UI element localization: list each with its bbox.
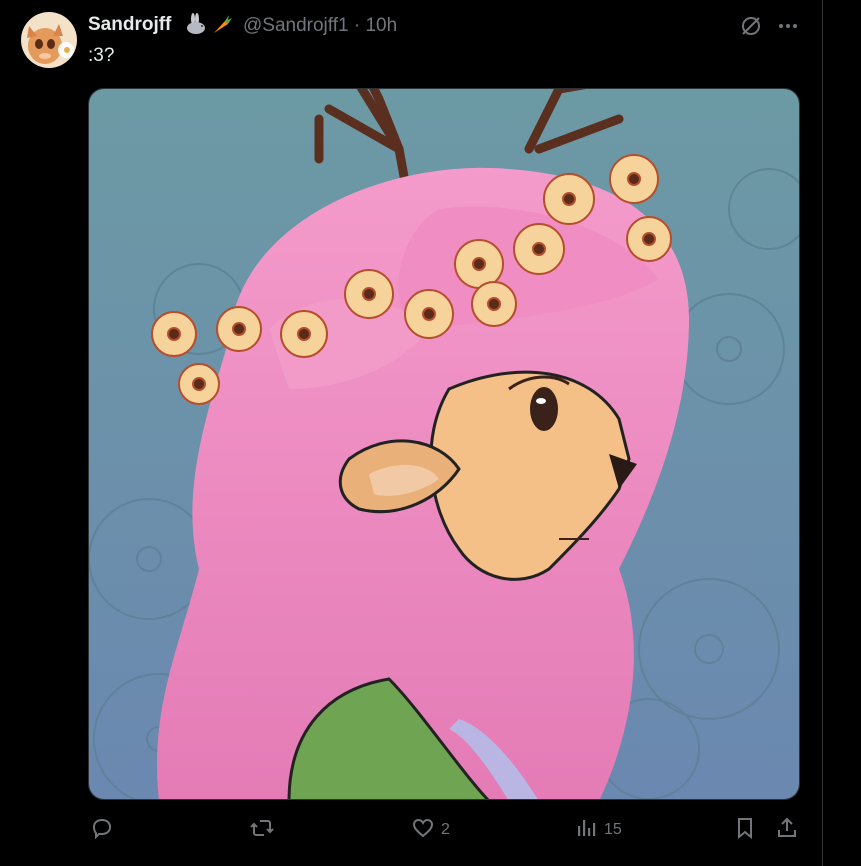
reply-icon bbox=[90, 816, 114, 845]
share-button[interactable] bbox=[775, 815, 799, 845]
share-icon bbox=[775, 816, 799, 845]
bookmark-button[interactable] bbox=[733, 815, 757, 845]
reply-button[interactable] bbox=[90, 815, 120, 845]
author-name[interactable]: Sandrojff bbox=[88, 14, 171, 36]
avatar[interactable] bbox=[21, 12, 77, 68]
more-icon[interactable] bbox=[776, 14, 800, 43]
repost-icon bbox=[249, 816, 275, 845]
column-divider bbox=[822, 0, 823, 866]
heart-icon bbox=[411, 816, 435, 845]
tweet-text: :3? bbox=[88, 45, 115, 66]
like-count: 2 bbox=[441, 821, 450, 838]
carrot-emoji-icon bbox=[210, 12, 234, 41]
author-handle[interactable]: @Sandrojff1 · 10h bbox=[243, 15, 397, 37]
like-button[interactable]: 2 bbox=[411, 815, 450, 845]
tweet-post[interactable]: Sandrojff @Sandrojff1 · 10h :3? 2 15 bbox=[0, 0, 822, 866]
grok-icon[interactable] bbox=[739, 14, 763, 43]
views-count: 15 bbox=[604, 821, 622, 838]
rabbit-emoji-icon bbox=[184, 12, 208, 41]
bookmark-icon bbox=[733, 816, 757, 845]
views-button[interactable]: 15 bbox=[576, 815, 622, 845]
separator-dot: · bbox=[353, 15, 361, 36]
handle-text[interactable]: @Sandrojff1 bbox=[243, 15, 349, 36]
repost-button[interactable] bbox=[249, 815, 281, 845]
post-time[interactable]: 10h bbox=[365, 15, 397, 36]
post-image[interactable] bbox=[88, 88, 800, 800]
views-icon bbox=[576, 816, 598, 845]
